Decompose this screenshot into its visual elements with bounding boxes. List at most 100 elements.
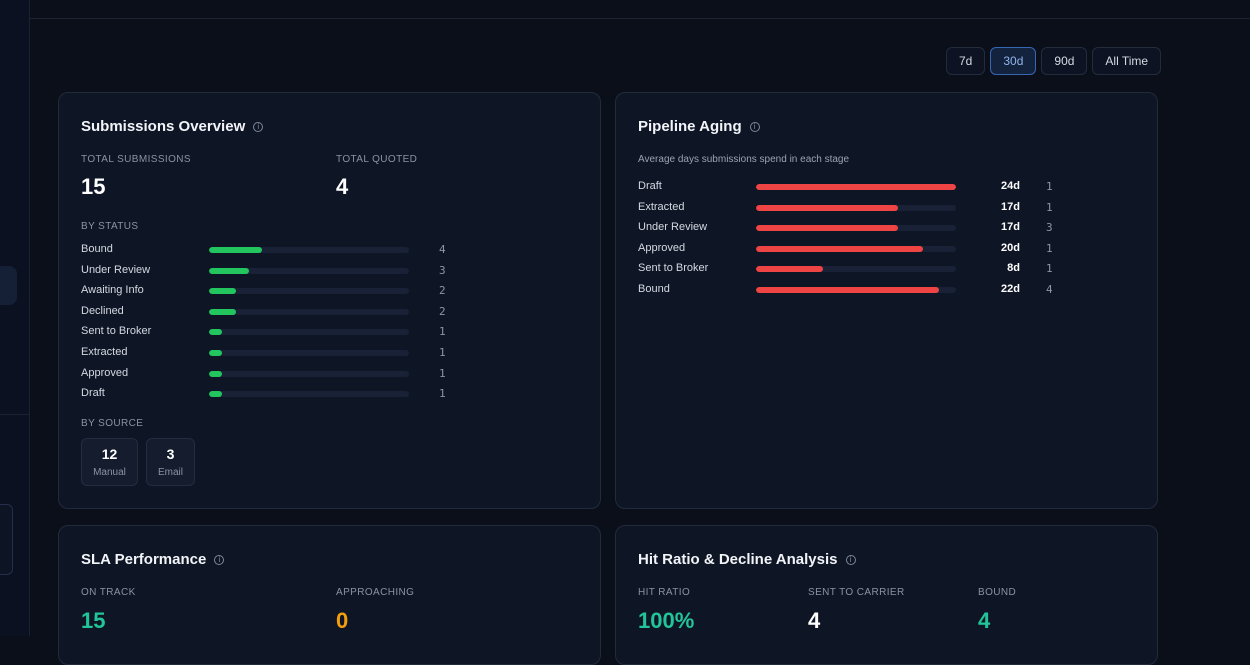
sidebar-divider bbox=[0, 414, 29, 415]
status-bar-track bbox=[209, 391, 409, 398]
status-row-count: 2 bbox=[439, 284, 446, 298]
stage-bar-track bbox=[756, 245, 956, 252]
pipeline-aging-card: Pipeline Aging i Average days submission… bbox=[615, 92, 1158, 509]
submissions-overview-title-text: Submissions Overview bbox=[81, 118, 246, 135]
status-row-label: Extracted bbox=[81, 346, 128, 358]
range-7d-button[interactable]: 7d bbox=[946, 47, 986, 75]
status-bar-track bbox=[209, 308, 409, 315]
hit-ratio-value: 100% bbox=[638, 608, 695, 633]
stage-row-count: 4 bbox=[1046, 283, 1053, 296]
status-row-count: 1 bbox=[439, 346, 446, 359]
status-bar-fill bbox=[209, 350, 223, 356]
on-track-label: ON TRACK bbox=[81, 587, 136, 598]
hit-ratio-label: HIT RATIO bbox=[638, 587, 691, 598]
bound-value: 4 bbox=[978, 608, 991, 633]
status-bar-fill bbox=[209, 247, 263, 253]
stage-row-days: 17d bbox=[1001, 200, 1020, 213]
stage-row-count: 1 bbox=[1046, 180, 1053, 193]
stage-row-count: 1 bbox=[1046, 200, 1053, 214]
stage-row-label: Bound bbox=[638, 283, 670, 295]
status-row-label: Sent to Broker bbox=[81, 325, 152, 338]
stage-row-label: Extracted bbox=[638, 200, 685, 213]
total-submissions-label: TOTAL SUBMISSIONS bbox=[81, 154, 191, 165]
source-manual-tile: 12 Manual bbox=[81, 438, 138, 486]
stage-bar-fill bbox=[756, 245, 923, 252]
submissions-overview-card: Submissions Overview i TOTAL SUBMISSIONS… bbox=[58, 92, 601, 509]
stage-row-count: 3 bbox=[1046, 221, 1053, 235]
source-email-value: 3 bbox=[166, 446, 175, 462]
stage-bar-track bbox=[756, 266, 956, 273]
sidebar bbox=[0, 0, 30, 636]
by-status-label: BY STATUS bbox=[81, 221, 139, 232]
stage-row-days: 20d bbox=[1001, 241, 1020, 254]
sidebar-active-item[interactable] bbox=[0, 266, 17, 305]
stage-bar-fill bbox=[756, 225, 898, 232]
status-row-label: Approved bbox=[81, 366, 129, 379]
stage-bar-fill bbox=[756, 184, 956, 190]
sidebar-user-card[interactable] bbox=[0, 504, 13, 575]
stage-row-days: 8d bbox=[1007, 262, 1020, 275]
source-email-label: Email bbox=[157, 467, 183, 478]
time-range-filter: 7d 30d 90d All Time bbox=[946, 47, 1162, 75]
status-bar-fill bbox=[209, 308, 236, 315]
status-row-count: 2 bbox=[439, 304, 446, 318]
pipeline-aging-title: Pipeline Aging i bbox=[638, 118, 760, 135]
stage-row-label: Sent to Broker bbox=[638, 262, 709, 275]
source-email-tile: 3 Email bbox=[146, 438, 195, 486]
stage-bar-track bbox=[756, 225, 956, 232]
info-circle-icon[interactable]: i bbox=[749, 121, 760, 132]
sent-to-carrier-value: 4 bbox=[808, 608, 821, 633]
total-submissions-value: 15 bbox=[81, 174, 106, 199]
status-row-count: 3 bbox=[439, 263, 446, 277]
stage-bar-track bbox=[756, 287, 956, 293]
status-bar-track bbox=[209, 329, 409, 336]
status-bar-fill bbox=[209, 329, 223, 336]
info-circle-icon[interactable]: i bbox=[214, 554, 225, 565]
status-bar-fill bbox=[209, 370, 223, 377]
total-quoted-label: TOTAL QUOTED bbox=[336, 154, 418, 165]
status-bar-fill bbox=[209, 267, 249, 274]
pipeline-aging-subtitle: Average days submissions spend in each s… bbox=[638, 154, 850, 165]
submissions-overview-title: Submissions Overview i bbox=[81, 118, 264, 135]
status-row-count: 1 bbox=[439, 387, 446, 401]
status-row-label: Bound bbox=[81, 243, 113, 255]
status-bar-fill bbox=[209, 288, 236, 295]
source-manual-label: Manual bbox=[93, 467, 126, 478]
stage-bar-fill bbox=[756, 266, 823, 273]
pipeline-aging-title-text: Pipeline Aging bbox=[638, 118, 742, 135]
stage-row-count: 1 bbox=[1046, 241, 1053, 255]
sla-performance-title-text: SLA Performance bbox=[81, 551, 207, 568]
source-manual-value: 12 bbox=[101, 446, 118, 462]
stage-row-label: Draft bbox=[638, 180, 662, 192]
status-bar-track bbox=[209, 370, 409, 377]
status-bar-track bbox=[209, 350, 409, 356]
sent-to-carrier-label: SENT TO CARRIER bbox=[808, 587, 905, 598]
total-quoted-value: 4 bbox=[336, 174, 349, 199]
stage-row-days: 22d bbox=[1001, 283, 1020, 295]
sla-performance-card: SLA Performance i ON TRACK 15 APPROACHIN… bbox=[58, 525, 601, 665]
stage-row-days: 24d bbox=[1001, 180, 1020, 192]
status-row-count: 1 bbox=[439, 325, 446, 339]
stage-bar-fill bbox=[756, 287, 940, 293]
approaching-value: 0 bbox=[336, 608, 349, 633]
status-bar-fill bbox=[209, 391, 223, 398]
bound-label: BOUND bbox=[978, 587, 1017, 598]
status-row-label: Declined bbox=[81, 304, 124, 317]
status-row-count: 1 bbox=[439, 366, 446, 380]
status-row-count: 4 bbox=[439, 243, 446, 256]
range-all-time-button[interactable]: All Time bbox=[1092, 47, 1162, 75]
range-90d-button[interactable]: 90d bbox=[1041, 47, 1088, 75]
status-row-label: Draft bbox=[81, 387, 105, 400]
info-circle-icon[interactable]: i bbox=[845, 554, 856, 565]
on-track-value: 15 bbox=[81, 608, 106, 633]
stage-bar-track bbox=[756, 184, 956, 190]
hit-ratio-title: Hit Ratio & Decline Analysis i bbox=[638, 551, 856, 568]
info-circle-icon[interactable]: i bbox=[253, 121, 264, 132]
status-bar-track bbox=[209, 247, 409, 253]
stage-row-count: 1 bbox=[1046, 262, 1053, 276]
stage-row-label: Under Review bbox=[638, 221, 708, 234]
stage-row-label: Approved bbox=[638, 241, 686, 254]
range-30d-button[interactable]: 30d bbox=[990, 47, 1037, 75]
status-bar-track bbox=[209, 267, 409, 274]
stage-row-days: 17d bbox=[1001, 221, 1020, 234]
